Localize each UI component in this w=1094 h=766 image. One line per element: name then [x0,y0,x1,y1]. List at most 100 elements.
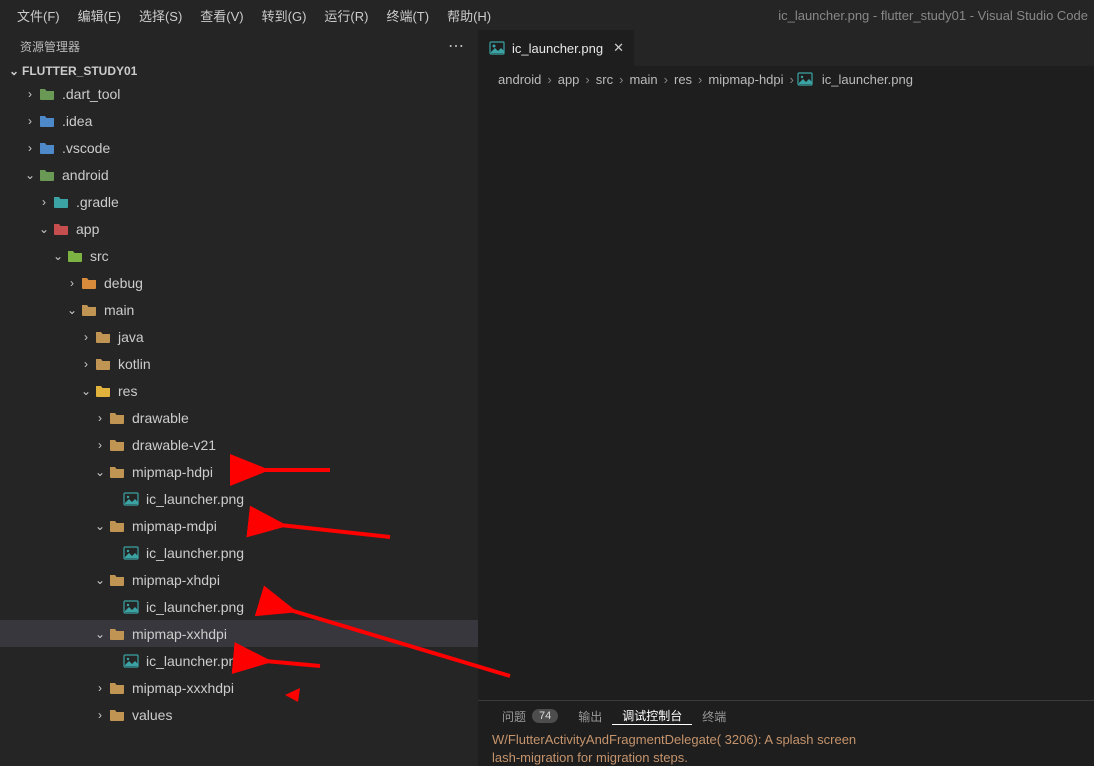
tree-folder[interactable]: ⌄ android [0,161,478,188]
tree-folder[interactable]: ›kotlin [0,350,478,377]
panel-tabs: 问题74输出调试控制台终端 [478,701,1094,731]
chevron-down-icon: ⌄ [92,519,108,533]
folder-icon [80,274,98,292]
panel-tab-label: 问题 [502,708,526,725]
tree-folder[interactable]: ›.dart_tool [0,80,478,107]
panel-tab-label: 调试控制台 [622,707,682,724]
sidebar-title: 资源管理器 [20,38,80,55]
folder-icon [108,436,126,454]
menu-item[interactable]: 运行(R) [315,6,377,25]
chevron-right-icon: › [64,276,80,290]
tree-label: debug [104,275,143,291]
tree-folder[interactable]: ⌄src [0,242,478,269]
chevron-down-icon: ⌄ [6,64,22,78]
tree-folder[interactable]: ›.idea [0,107,478,134]
chevron-right-icon: › [583,72,591,87]
chevron-down-icon: ⌄ [64,303,80,317]
chevron-right-icon: › [92,438,108,452]
panel-tab[interactable]: 终端 [692,708,736,725]
chevron-right-icon: › [92,681,108,695]
breadcrumb-item[interactable]: android [494,72,545,87]
menu-item[interactable]: 选择(S) [130,6,191,25]
chevron-down-icon: ⌄ [92,573,108,587]
tree-folder[interactable]: ›.vscode [0,134,478,161]
chevron-right-icon: › [696,72,704,87]
tree-folder[interactable]: › drawable [0,404,478,431]
tree-label: android [62,167,109,183]
folder-icon [38,166,56,184]
chevron-right-icon: › [78,330,94,344]
folder-icon [108,463,126,481]
tree-label: ic_launcher.png [146,653,244,669]
chevron-down-icon: ⌄ [92,627,108,641]
breadcrumb-item[interactable]: app [554,72,584,87]
image-icon [122,490,140,508]
tree-file[interactable]: ic_launcher.png [0,485,478,512]
more-icon[interactable]: ⋯ [448,36,464,56]
menu-item[interactable]: 查看(V) [191,6,252,25]
tree-label: mipmap-xhdpi [132,572,220,588]
tree-label: mipmap-hdpi [132,464,213,480]
breadcrumb-item[interactable]: res [670,72,696,87]
tree-file[interactable]: ic_launcher.png [0,593,478,620]
folder-icon [52,220,70,238]
terminal-line: W/FlutterActivityAndFragmentDelegate( 32… [492,731,1080,749]
tree-folder[interactable]: ›java [0,323,478,350]
tab-ic-launcher[interactable]: ic_launcher.png ✕ [478,30,635,66]
menu-item[interactable]: 帮助(H) [438,6,500,25]
tree-folder[interactable]: ⌄mipmap-xxhdpi [0,620,478,647]
menu-item[interactable]: 转到(G) [253,6,316,25]
folder-icon [94,328,112,346]
tree-folder[interactable]: ›mipmap-xxxhdpi [0,674,478,701]
folder-icon [108,706,126,724]
tree-folder[interactable]: ⌄ mipmap-xhdpi [0,566,478,593]
chevron-right-icon: › [36,195,52,209]
menu-item[interactable]: 编辑(E) [69,6,130,25]
image-icon [796,70,814,88]
tree-folder[interactable]: ⌄mipmap-hdpi [0,458,478,485]
tree-file[interactable]: ic_launcher.png [0,539,478,566]
chevron-down-icon: ⌄ [50,249,66,263]
tree-label: ic_launcher.png [146,599,244,615]
chevron-right-icon: › [617,72,625,87]
tree-folder[interactable]: ⌄mipmap-mdpi [0,512,478,539]
folder-icon [52,193,70,211]
breadcrumb-item[interactable]: mipmap-hdpi [704,72,787,87]
tree-folder[interactable]: ›values [0,701,478,728]
menu-item[interactable]: 文件(F) [8,6,69,25]
panel-tab[interactable]: 调试控制台 [612,707,692,725]
tree-folder[interactable]: ⌄main [0,296,478,323]
terminal-line: lash-migration for migration steps. [492,749,1080,766]
root-label: FLUTTER_STUDY01 [22,64,137,78]
tree-folder[interactable]: ⌄res [0,377,478,404]
panel-tab[interactable]: 输出 [568,708,612,725]
breadcrumb-item[interactable]: ic_launcher.png [818,72,917,87]
folder-icon [66,247,84,265]
breadcrumb-item[interactable]: src [592,72,617,87]
folder-icon [38,85,56,103]
chevron-right-icon: › [78,357,94,371]
tree-folder[interactable]: ›drawable-v21 [0,431,478,458]
image-icon [122,598,140,616]
chevron-right-icon: › [92,411,108,425]
project-root[interactable]: ⌄ FLUTTER_STUDY01 [0,62,478,80]
panel-tab[interactable]: 问题74 [492,708,568,725]
image-icon [122,652,140,670]
chevron-right-icon: › [545,72,553,87]
chevron-down-icon: ⌄ [36,222,52,236]
tree-folder[interactable]: › debug [0,269,478,296]
chevron-down-icon: ⌄ [22,168,38,182]
folder-icon [80,301,98,319]
file-tree: ›.dart_tool›.idea›.vscode⌄android›.gradl… [0,80,478,766]
tree-file[interactable]: ic_launcher.png [0,647,478,674]
tree-label: drawable [132,410,189,426]
close-icon[interactable]: ✕ [613,40,624,56]
chevron-down-icon: ⌄ [78,384,94,398]
menu-item[interactable]: 终端(T) [377,6,438,25]
breadcrumb-item[interactable]: main [625,72,661,87]
folder-icon [108,409,126,427]
tree-folder[interactable]: ⌄app [0,215,478,242]
tree-folder[interactable]: ›.gradle [0,188,478,215]
tree-label: .vscode [62,140,110,156]
folder-icon [38,112,56,130]
